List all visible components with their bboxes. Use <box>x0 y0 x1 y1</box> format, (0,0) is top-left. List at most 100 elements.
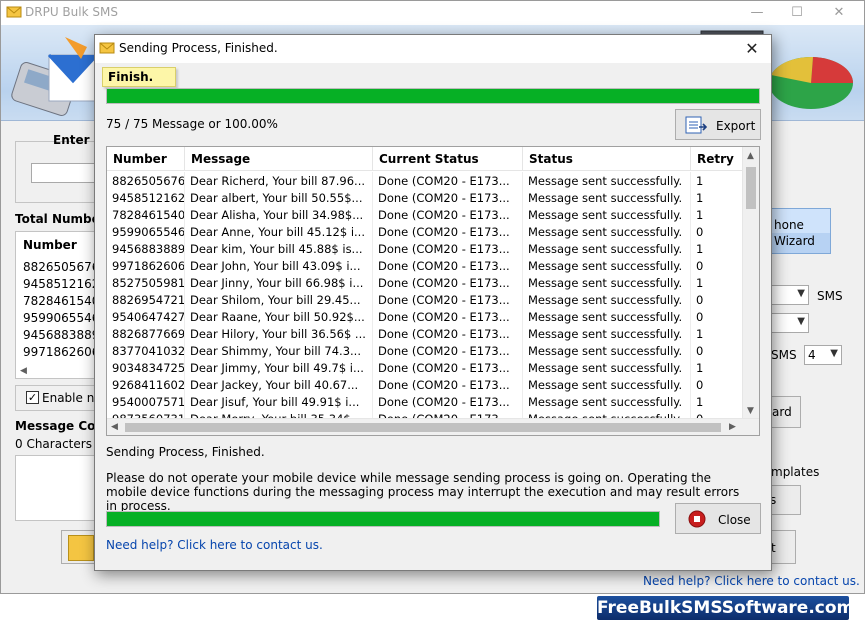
table-row[interactable]: 8826954721 Dear Shilom, Your bill 29.45..… <box>107 291 743 308</box>
cell-status: Message sent successfully. <box>523 240 691 257</box>
table-row[interactable]: 9540647427 Dear Raane, Your bill 50.92$..… <box>107 308 743 325</box>
minimize-icon[interactable]: — <box>742 3 772 23</box>
cell-number: 9540007571 <box>107 393 185 410</box>
vertical-scrollbar[interactable]: ▲ ▼ <box>742 147 759 419</box>
list-item[interactable]: 8826505676 <box>23 260 99 274</box>
user-icon <box>68 535 94 561</box>
cell-current-status: Done (COM20 - E173... <box>373 376 523 393</box>
scroll-left-icon[interactable]: ◀ <box>20 366 27 376</box>
table-row[interactable]: 8377041032 Dear Shimmy, Your bill 74.3...… <box>107 342 743 359</box>
export-label: Export <box>716 119 756 133</box>
scroll-down-icon[interactable]: ▼ <box>747 406 754 416</box>
scroll-left-icon[interactable]: ◀ <box>111 422 118 432</box>
enable-checkbox[interactable]: ✓ <box>26 391 39 404</box>
dialog-help-link[interactable]: Need help? Click here to contact us. <box>106 538 323 552</box>
dialog-close-icon[interactable]: ✕ <box>739 37 765 61</box>
cell-message: Dear kim, Your bill 45.88$ is... <box>185 240 373 257</box>
numbers-list[interactable]: Number 8826505676 9458512162 7828461540 … <box>15 231 99 379</box>
cell-number: 8826505676 <box>107 172 185 189</box>
cell-retry: 1 <box>691 172 743 189</box>
scroll-up-icon[interactable]: ▲ <box>747 151 754 161</box>
cell-message: Dear Jinny, Your bill 66.98$ i... <box>185 274 373 291</box>
sms-count-select[interactable]: 4 ▼ <box>804 345 842 365</box>
table-row[interactable]: 8826505676 Dear Richerd, Your bill 87.96.… <box>107 172 743 189</box>
cell-number: 8527505981 <box>107 274 185 291</box>
column-header-current-status[interactable]: Current Status <box>373 147 523 171</box>
main-titlebar: DRPU Bulk SMS — ☐ ✕ <box>1 1 864 25</box>
cell-status: Message sent successfully. <box>523 308 691 325</box>
wizard-label-line1: hone <box>774 218 804 232</box>
bg-wizard-label: ard <box>772 405 792 419</box>
cell-current-status: Done (COM20 - E173... <box>373 393 523 410</box>
cell-current-status: Done (COM20 - E173... <box>373 189 523 206</box>
list-item[interactable]: 7828461540 <box>23 294 99 308</box>
cell-status: Message sent successfully. <box>523 376 691 393</box>
table-row[interactable]: 9268411602 Dear Jackey, Your bill 40.67..… <box>107 376 743 393</box>
table-row[interactable]: 9456883889 Dear kim, Your bill 45.88$ is.… <box>107 240 743 257</box>
table-row[interactable]: 9540007571 Dear Jisuf, Your bill 49.91$ i… <box>107 393 743 410</box>
table-row[interactable]: 9971862606 Dear John, Your bill 43.09$ i.… <box>107 257 743 274</box>
dialog-titlebar: Sending Process, Finished. ✕ <box>95 35 771 63</box>
table-row[interactable]: 9599065546 Dear Anne, Your bill 45.12$ i.… <box>107 223 743 240</box>
table-row[interactable]: 8527505981 Dear Jinny, Your bill 66.98$ i… <box>107 274 743 291</box>
export-button[interactable]: Export <box>675 109 761 140</box>
cell-retry: 0 <box>691 223 743 240</box>
results-table[interactable]: Number Message Current Status Status Ret… <box>106 146 760 436</box>
list-item[interactable]: 9971862606 <box>23 345 99 359</box>
sms-label: SMS <box>817 289 843 303</box>
bottom-progress-bar <box>106 511 660 527</box>
sms-count-label: SMS <box>771 348 797 362</box>
main-help-link[interactable]: Need help? Click here to contact us. <box>643 574 860 588</box>
column-header-retry[interactable]: Retry <box>691 147 743 171</box>
sending-process-dialog: Sending Process, Finished. ✕ Finish. 75 … <box>94 34 772 571</box>
scroll-right-icon[interactable]: ▶ <box>729 422 736 432</box>
brand-banner[interactable]: FreeBulkSMSSoftware.com <box>597 596 854 620</box>
cell-number: 9458512162 <box>107 189 185 206</box>
horizontal-scrollbar[interactable]: ◀ ▶ <box>107 418 759 435</box>
window-close-icon[interactable]: ✕ <box>824 3 854 23</box>
message-textarea[interactable] <box>15 455 97 521</box>
main-window-title: DRPU Bulk SMS <box>25 5 118 19</box>
column-header-message[interactable]: Message <box>185 147 373 171</box>
table-header: Number Message Current Status Status Ret… <box>107 147 743 171</box>
cell-status: Message sent successfully. <box>523 291 691 308</box>
cell-status: Message sent successfully. <box>523 274 691 291</box>
cell-current-status: Done (COM20 - E173... <box>373 291 523 308</box>
vertical-scroll-thumb[interactable] <box>746 167 756 209</box>
cell-message: Dear Hilory, Your bill 36.56$ ... <box>185 325 373 342</box>
table-row[interactable]: 7828461540 Dear Alisha, Your bill 34.98$.… <box>107 206 743 223</box>
list-item[interactable]: 9599065546 <box>23 311 99 325</box>
dialog-title: Sending Process, Finished. <box>119 41 278 55</box>
enable-option-panel: ✓ Enable no <box>15 385 102 411</box>
cell-current-status: Done (COM20 - E173... <box>373 342 523 359</box>
cell-number: 9971862606 <box>107 257 185 274</box>
bottom-progress-fill <box>107 512 659 526</box>
close-button[interactable]: Close <box>675 503 761 534</box>
cell-status: Message sent successfully. <box>523 223 691 240</box>
cell-current-status: Done (COM20 - E173... <box>373 274 523 291</box>
table-row[interactable]: 9458512162 Dear albert, Your bill 50.55$.… <box>107 189 743 206</box>
cell-retry: 1 <box>691 206 743 223</box>
list-item[interactable]: 9456883889 <box>23 328 99 342</box>
cell-number: 9268411602 <box>107 376 185 393</box>
cell-message: Dear Jisuf, Your bill 49.91$ i... <box>185 393 373 410</box>
cell-status: Message sent successfully. <box>523 393 691 410</box>
cell-status: Message sent successfully. <box>523 359 691 376</box>
horizontal-scroll-thumb[interactable] <box>125 423 721 432</box>
column-header-status[interactable]: Status <box>523 147 691 171</box>
table-row[interactable]: 9034834725 Dear Jimmy, Your bill 49.7$ i.… <box>107 359 743 376</box>
phone-wizard-button[interactable]: hone Wizard <box>763 208 831 254</box>
numbers-header: Number <box>23 238 77 252</box>
list-item[interactable]: 9458512162 <box>23 277 99 291</box>
app-envelope-icon <box>6 5 22 22</box>
cell-current-status: Done (COM20 - E173... <box>373 308 523 325</box>
cell-number: 9456883889 <box>107 240 185 257</box>
cell-message: Dear Alisha, Your bill 34.98$... <box>185 206 373 223</box>
cell-current-status: Done (COM20 - E173... <box>373 172 523 189</box>
table-row[interactable]: 8826877669 Dear Hilory, Your bill 36.56$ … <box>107 325 743 342</box>
cell-retry: 1 <box>691 393 743 410</box>
enter-number-input[interactable] <box>31 163 97 183</box>
column-header-number[interactable]: Number <box>107 147 185 171</box>
cell-message: Dear albert, Your bill 50.55$... <box>185 189 373 206</box>
maximize-icon[interactable]: ☐ <box>782 3 812 23</box>
